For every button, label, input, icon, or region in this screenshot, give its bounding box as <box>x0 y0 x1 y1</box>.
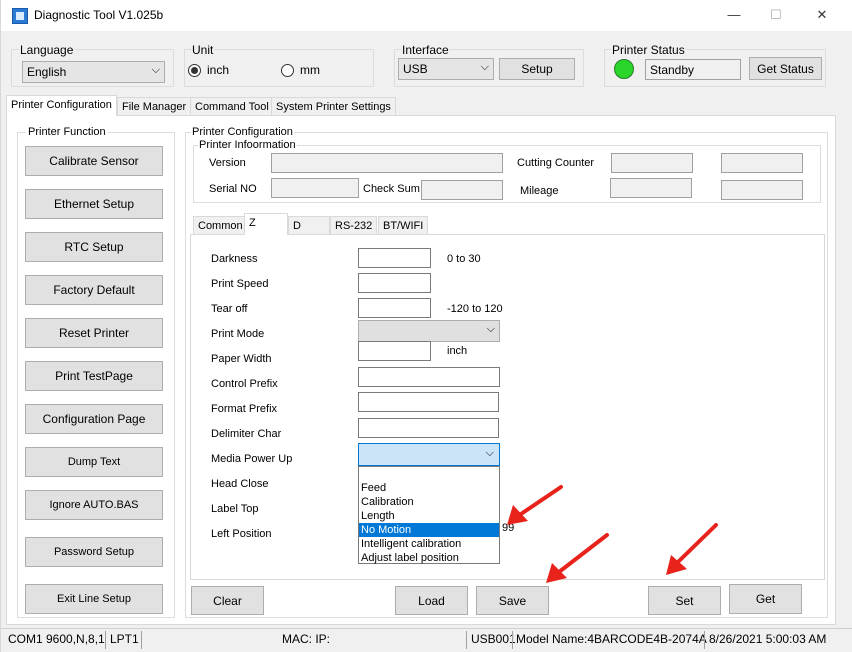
status-bar: COM1 9600,N,8,1 LPT1 MAC: IP: USB001 Mod… <box>1 628 852 652</box>
status-usb: USB001 <box>471 632 516 646</box>
annotation-arrows <box>507 485 718 583</box>
status-com: COM1 9600,N,8,1 <box>8 632 105 646</box>
subtab-z[interactable]: Z <box>244 213 288 235</box>
status-datetime: 8/26/2021 5:00:03 AM <box>709 632 827 646</box>
status-separator <box>512 631 513 649</box>
arrow-to-save <box>557 533 609 574</box>
status-separator <box>141 631 142 649</box>
status-separator <box>466 631 467 649</box>
arrow-head-no-motion <box>507 505 528 525</box>
status-model-name: Model Name:4BARCODE4B-2074A <box>516 632 707 646</box>
arrow-to-no-motion <box>519 485 563 516</box>
status-separator <box>105 631 106 649</box>
status-separator <box>704 631 705 649</box>
app-window: Diagnostic Tool V1.025b — ☐ ✕ Language E… <box>0 0 852 652</box>
status-lpt: LPT1 <box>110 632 139 646</box>
arrow-to-set <box>676 523 718 564</box>
status-mac-ip: MAC: IP: <box>282 632 331 646</box>
tab-printer-configuration[interactable]: Printer Configuration <box>6 95 117 116</box>
